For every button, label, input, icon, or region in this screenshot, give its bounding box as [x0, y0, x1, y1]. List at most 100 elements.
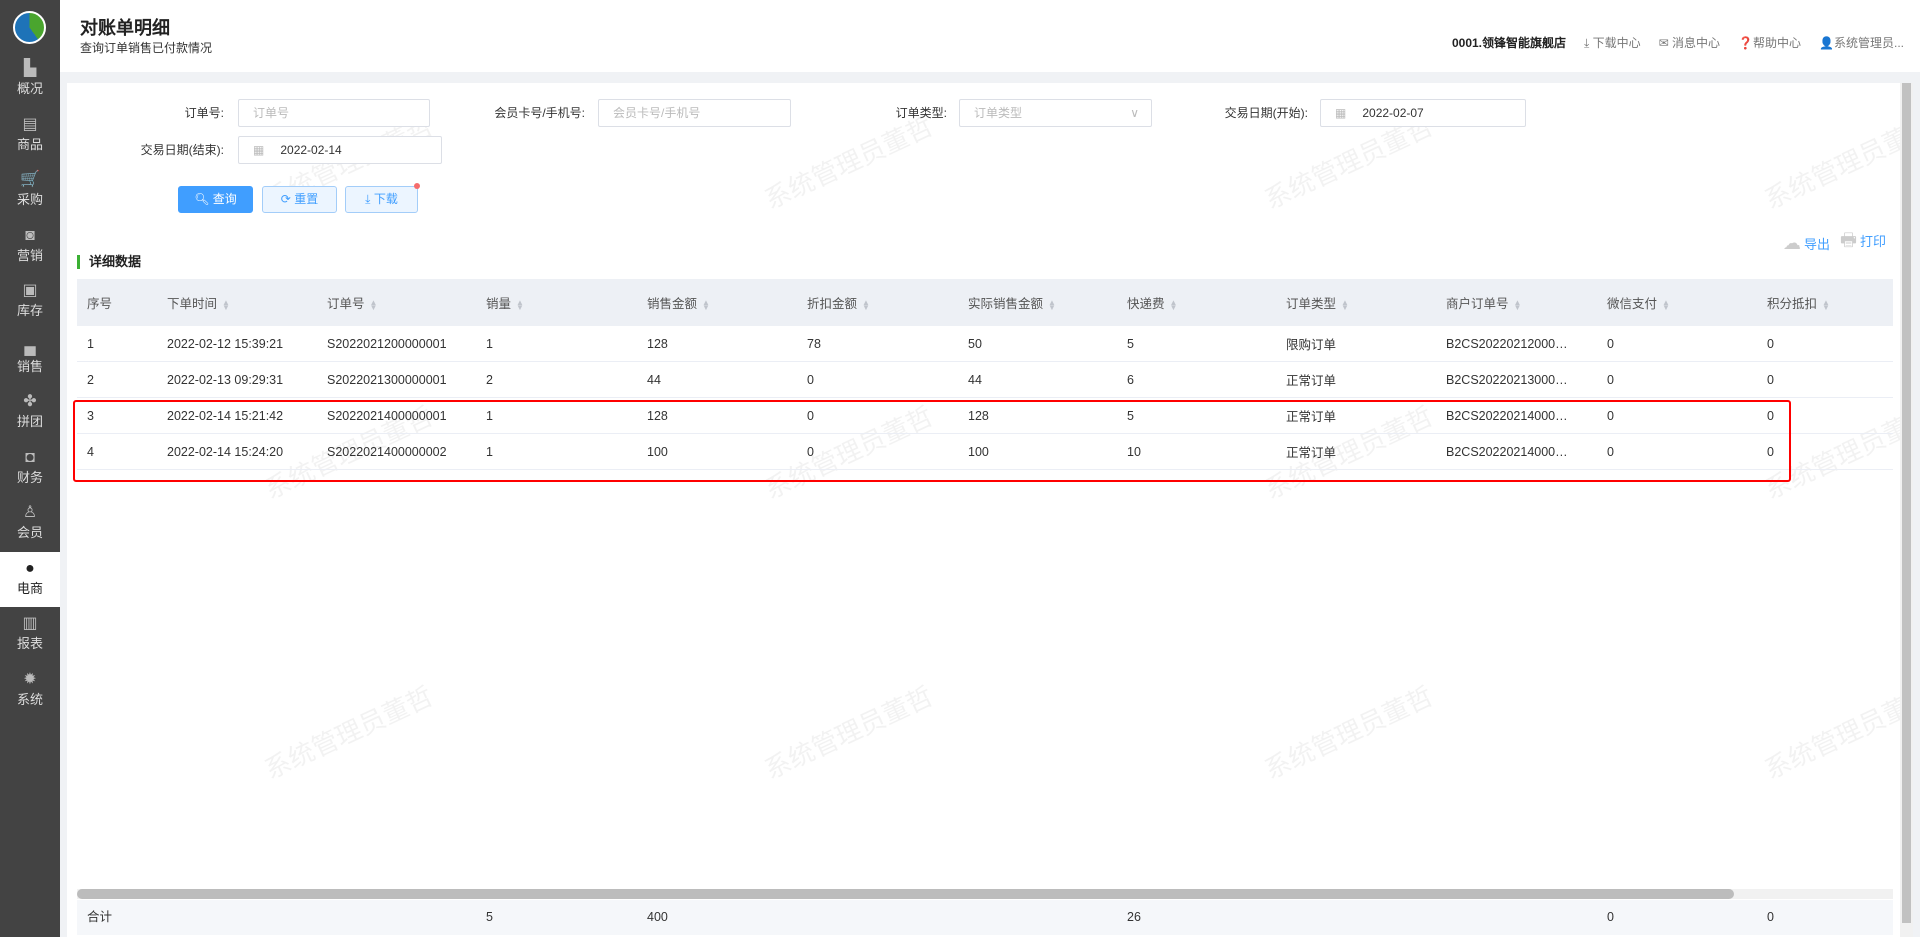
date-end-input[interactable]: ▦ 2022-02-14: [238, 136, 442, 164]
column-header[interactable]: 下单时间 ▲ ▼: [157, 293, 317, 312]
calendar-icon: ▦: [253, 143, 265, 157]
sort-icon[interactable]: ▲ ▼: [1662, 298, 1670, 311]
column-header[interactable]: 积分抵扣 ▲ ▼: [1757, 293, 1893, 312]
table-cell: 2022-02-14 15:24:20: [157, 445, 317, 459]
cell-text: S2022021300000001: [327, 372, 447, 387]
order-no-label: 订单号:: [184, 106, 224, 120]
sidebar-item[interactable]: ● 电商: [0, 551, 60, 607]
cell-text: 序号: [87, 297, 113, 311]
table-cell: 限购订单: [1276, 334, 1436, 353]
cell-text: 100: [968, 444, 989, 459]
cell-text: S2022021200000001: [327, 336, 447, 351]
date-end-label: 交易日期(结束):: [140, 143, 224, 157]
table-cell: B2CS20220212000000...: [1436, 337, 1571, 351]
sidebar-item[interactable]: ▄ 销售: [0, 330, 60, 385]
horizontal-scrollbar[interactable]: [77, 889, 1893, 899]
column-header[interactable]: 销售金额 ▲ ▼: [637, 293, 797, 312]
sort-icon[interactable]: ▲ ▼: [1341, 298, 1349, 311]
column-header[interactable]: 销量 ▲ ▼: [476, 293, 637, 312]
summary-cell: 0: [1757, 900, 1893, 935]
cell-text: 6: [1127, 372, 1134, 387]
summary-cell: 400: [637, 900, 797, 935]
table-cell: 6: [1117, 373, 1276, 387]
sort-icon[interactable]: ▲ ▼: [862, 298, 870, 311]
cell-text: B2CS20220213000000...: [1446, 372, 1571, 387]
reset-label: 重置: [294, 192, 319, 206]
scrollbar-thumb[interactable]: [77, 889, 1734, 899]
sort-icon[interactable]: ▲ ▼: [1514, 298, 1522, 311]
column-header[interactable]: 快递费 ▲ ▼: [1117, 293, 1276, 312]
print-button[interactable]: 🖶 打印: [1840, 228, 1886, 258]
sidebar-item[interactable]: ▣ 库存: [0, 274, 60, 329]
sidebar-item[interactable]: ▥ 报表: [0, 607, 60, 662]
order-no-input[interactable]: 订单号: [238, 99, 430, 127]
column-header[interactable]: 商户订单号 ▲ ▼: [1436, 293, 1571, 312]
table-cell: 0: [797, 409, 958, 423]
table-row[interactable]: 1 2022-02-12 15:39:21 S2022021200000001 1 12…: [77, 326, 1893, 362]
order-type-select[interactable]: 订单类型 ∨: [959, 99, 1152, 127]
download-center-link[interactable]: ⤓ 下载中心: [1584, 34, 1641, 51]
sidebar-item[interactable]: ✹ 系统: [0, 663, 60, 718]
column-header[interactable]: 订单类型 ▲ ▼: [1276, 293, 1436, 312]
table-footer-summary: 合计 5 400 26 0 0: [77, 900, 1893, 935]
member-input[interactable]: 会员卡号/手机号: [598, 99, 791, 127]
table-cell: 1: [476, 445, 637, 459]
vertical-scrollbar[interactable]: [1900, 83, 1913, 937]
table-cell: 1: [476, 409, 637, 423]
column-header[interactable]: 订单号 ▲ ▼: [317, 293, 476, 312]
sidebar-item[interactable]: 🛒 采购: [0, 163, 60, 218]
cell-text: 2022-02-13 09:29:31: [167, 372, 284, 387]
sidebar-item[interactable]: ◘ 财务: [0, 441, 60, 496]
cell-text: 400: [647, 910, 668, 924]
sidebar-item[interactable]: ▙ 概况: [0, 52, 60, 107]
sidebar-item[interactable]: ▤ 商品: [0, 108, 60, 163]
export-button[interactable]: ☁ 导出: [1783, 233, 1830, 254]
sort-icon[interactable]: ▲ ▼: [1048, 298, 1056, 311]
messages-link[interactable]: ✉ 消息中心: [1659, 34, 1720, 51]
sidebar-item[interactable]: ✤ 拼团: [0, 385, 60, 440]
sort-icon[interactable]: ▲ ▼: [1170, 298, 1178, 311]
table-cell: 128: [637, 409, 797, 423]
sort-icon[interactable]: ▲ ▼: [1822, 298, 1830, 311]
column-header[interactable]: 微信支付 ▲ ▼: [1597, 293, 1757, 312]
cell-text: 微信支付: [1607, 297, 1658, 311]
sort-icon[interactable]: ▲ ▼: [370, 298, 378, 311]
table-row[interactable]: 2 2022-02-13 09:29:31 S2022021300000001 2 44…: [77, 362, 1893, 398]
sort-icon[interactable]: ▲ ▼: [516, 298, 524, 311]
page-subtitle: 查询订单销售已付款情况: [80, 41, 213, 55]
table-cell: 100: [637, 445, 797, 459]
table-cell: 0: [1757, 337, 1893, 351]
table-cell: 0: [1597, 373, 1757, 387]
presentation-icon: ▥: [22, 615, 38, 632]
help-link[interactable]: ❓帮助中心: [1738, 34, 1801, 51]
cell-text: 50: [968, 336, 982, 351]
sidebar-item[interactable]: ♙ 会员: [0, 496, 60, 551]
reset-button[interactable]: ⟳ 重置: [262, 186, 337, 213]
gear-icon: ✹: [23, 670, 37, 688]
cell-text: 2022-02-14 15:21:42: [167, 408, 284, 423]
date-start-input[interactable]: ▦ 2022-02-07: [1320, 99, 1526, 127]
cell-text: 0: [1607, 910, 1614, 924]
sort-icon[interactable]: ▲ ▼: [222, 298, 230, 311]
table-cell: 128: [958, 409, 1117, 423]
table-cell: 4: [77, 445, 157, 459]
cell-text: B2CS20220214000000...: [1446, 444, 1571, 459]
sort-icon[interactable]: ▲ ▼: [702, 298, 710, 311]
table-cell: B2CS20220214000000...: [1436, 409, 1571, 423]
user-menu[interactable]: 👤系统管理员...: [1819, 34, 1904, 51]
sidebar-item[interactable]: ◙ 营销: [0, 219, 60, 274]
query-button[interactable]: 🔍︎ 查询: [178, 186, 253, 213]
table-row[interactable]: 3 2022-02-14 15:21:42 S2022021400000001 1 12…: [77, 398, 1893, 434]
table-row[interactable]: 4 2022-02-14 15:24:20 S2022021400000002 1 10…: [77, 434, 1893, 470]
column-header[interactable]: 折扣金额 ▲ ▼: [797, 293, 958, 312]
badge-icon: ◙: [25, 226, 35, 244]
cell-text: B2CS20220214000000...: [1446, 408, 1571, 423]
cell-text: 订单类型: [1286, 297, 1337, 311]
scrollbar-thumb[interactable]: [1902, 83, 1911, 923]
cell-text: 5: [1127, 336, 1134, 351]
column-header[interactable]: 实际销售金额 ▲ ▼: [958, 293, 1117, 312]
store-name[interactable]: 0001.领锋智能旗舰店: [1452, 34, 1566, 51]
user-name: 系统管理员...: [1833, 36, 1904, 50]
download-button[interactable]: ⤓ 下载: [345, 183, 420, 213]
table-cell: 78: [797, 337, 958, 351]
